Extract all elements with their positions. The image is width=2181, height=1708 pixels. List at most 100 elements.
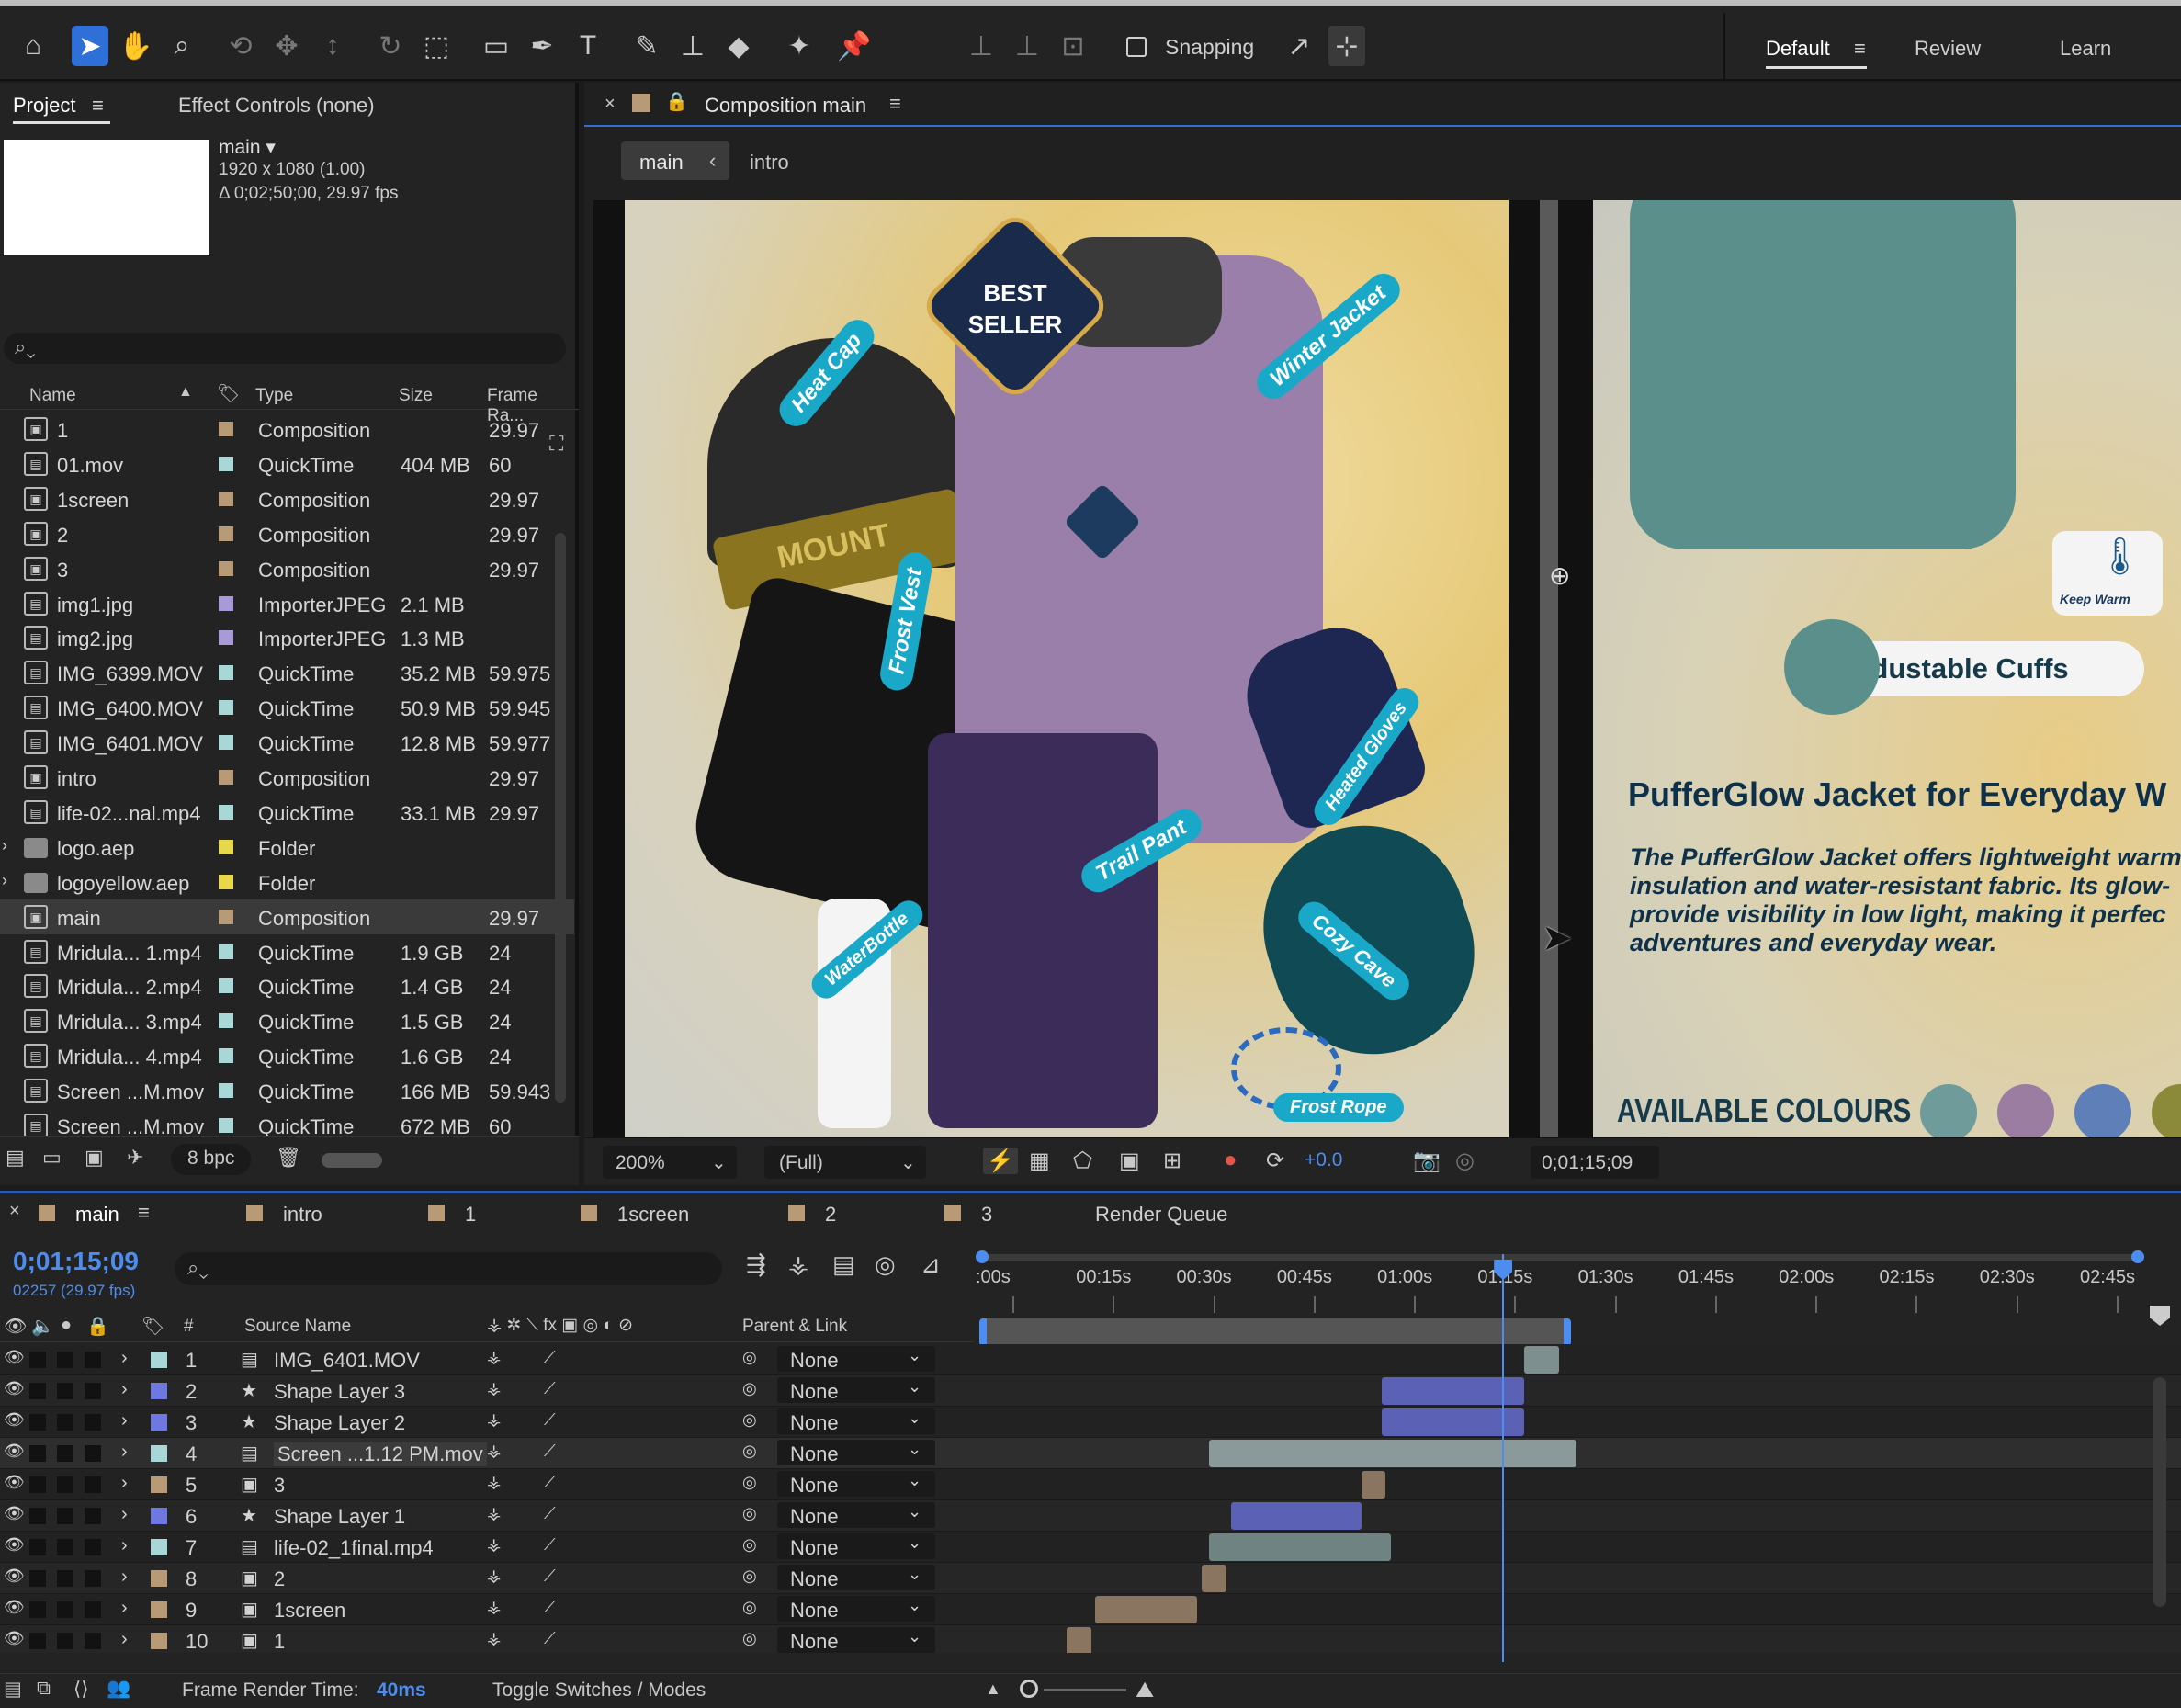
visibility-eye-icon[interactable]: 👁 xyxy=(4,1410,25,1430)
motion-blur-icon[interactable]: ◎ xyxy=(875,1250,896,1279)
project-item-row[interactable]: › logoyellow.aep Folder xyxy=(0,865,574,899)
shy-switch-icon[interactable]: ⚶ xyxy=(487,1504,501,1523)
timeline-layer-row[interactable]: 👁 › 5 ▣ 3 ⚶ ⟋ ◎ None ⌄ xyxy=(0,1469,2181,1500)
layer-label-swatch[interactable] xyxy=(151,1508,167,1524)
label-swatch[interactable] xyxy=(219,770,233,785)
label-swatch[interactable] xyxy=(219,978,233,994)
column-source-name[interactable]: Source Name xyxy=(244,1317,351,1337)
layer-duration-bar[interactable] xyxy=(1208,1533,1391,1561)
layer-duration-bar[interactable] xyxy=(1230,1502,1362,1530)
quality-switch-icon[interactable]: ⟋ xyxy=(544,1504,556,1523)
timeline-layer-row[interactable]: 👁 › 7 ▤ life-02_1final.mp4 ⚶ ⟋ ◎ None ⌄ xyxy=(0,1532,2181,1563)
transparency-grid-icon[interactable]: ▦ xyxy=(1029,1148,1050,1174)
roto-brush-icon[interactable]: ✦ xyxy=(781,26,818,66)
quality-switch-icon[interactable]: ⟋ xyxy=(544,1379,556,1398)
label-swatch[interactable] xyxy=(219,665,233,681)
snap-features-icon[interactable]: ⊹ xyxy=(1328,26,1365,66)
lock-toggle[interactable] xyxy=(85,1476,101,1493)
timeline-tab[interactable]: Render Queue xyxy=(1095,1203,1227,1227)
shy-switch-icon[interactable]: ⚶ xyxy=(487,1442,501,1461)
lock-toggle[interactable] xyxy=(85,1508,101,1524)
shy-switch-icon[interactable]: ⚶ xyxy=(487,1567,501,1586)
project-item-row[interactable]: ▣ intro Composition 29.97 xyxy=(0,760,574,795)
parent-pickwhip-icon[interactable]: ◎ xyxy=(742,1410,757,1430)
new-folder-icon[interactable]: ▭ xyxy=(42,1146,62,1170)
shy-switch-icon[interactable]: ⚶ xyxy=(487,1379,501,1398)
viewer-timecode[interactable]: 0;01;15;09 xyxy=(1531,1146,1659,1179)
view-axis-icon[interactable]: ⊡ xyxy=(1055,26,1091,66)
project-item-row[interactable]: ▣ 1screen Composition 29.97 xyxy=(0,481,574,516)
expand-arrow-icon[interactable]: › xyxy=(121,1629,128,1650)
layer-label-swatch[interactable] xyxy=(151,1383,167,1399)
snapshot-camera-icon[interactable]: 📷 xyxy=(1413,1148,1441,1174)
visibility-eye-icon[interactable]: 👁 xyxy=(4,1535,25,1555)
label-swatch[interactable] xyxy=(219,735,233,751)
snap-edges-icon[interactable]: ↗ xyxy=(1281,26,1317,66)
new-composition-icon[interactable]: ▣ xyxy=(85,1146,104,1170)
project-item-row[interactable]: ▤ IMG_6401.MOV QuickTime 12.8 MB 59.977 xyxy=(0,725,574,760)
shy-switch-icon[interactable]: ⚶ xyxy=(487,1348,501,1367)
project-search-input[interactable]: ⌕⌄ xyxy=(4,333,566,364)
bit-depth-button[interactable]: 8 bpc xyxy=(171,1144,252,1175)
zoom-tool-icon[interactable]: ⌕ xyxy=(164,26,200,66)
quality-switch-icon[interactable]: ⟋ xyxy=(544,1348,556,1367)
close-tab-icon[interactable]: × xyxy=(605,94,616,115)
solo-toggle[interactable] xyxy=(57,1633,73,1649)
project-item-row[interactable]: ▤ Mridula... 1.mp4 QuickTime 1.9 GB 24 xyxy=(0,934,574,969)
timeline-tab[interactable]: 3 xyxy=(981,1203,992,1227)
solo-toggle[interactable] xyxy=(57,1570,73,1587)
quality-switch-icon[interactable]: ⟋ xyxy=(544,1535,556,1555)
workspace-review[interactable]: Review xyxy=(1915,37,1981,61)
column-name[interactable]: Name xyxy=(29,386,76,406)
layer-source-name[interactable]: 1screen xyxy=(274,1599,345,1623)
shy-switch-icon[interactable]: ⚶ xyxy=(487,1535,501,1555)
column-size[interactable]: Size xyxy=(399,386,433,406)
fast-preview-icon[interactable]: ⚡ xyxy=(983,1148,1018,1174)
playhead-line[interactable] xyxy=(1502,1254,1505,1662)
timeline-tab[interactable]: 2 xyxy=(825,1203,836,1227)
visibility-eye-icon[interactable]: 👁 xyxy=(4,1473,25,1492)
project-item-row[interactable]: ▣ main Composition 29.97 xyxy=(0,899,574,934)
layer-source-name[interactable]: Shape Layer 1 xyxy=(274,1505,405,1529)
tab-project[interactable]: Project xyxy=(13,94,75,118)
visibility-eye-icon[interactable]: 👁 xyxy=(4,1379,25,1398)
label-swatch[interactable] xyxy=(219,944,233,959)
selected-item-name[interactable]: main ▾ xyxy=(219,136,276,159)
lock-toggle[interactable] xyxy=(85,1352,101,1368)
quality-switch-icon[interactable]: ⟋ xyxy=(544,1567,556,1586)
project-scrollbar[interactable] xyxy=(555,533,566,1103)
label-swatch[interactable] xyxy=(219,491,233,506)
visibility-eye-icon[interactable]: 👁 xyxy=(4,1629,25,1648)
layer-label-swatch[interactable] xyxy=(151,1601,167,1618)
channels-icon[interactable]: ● xyxy=(1224,1148,1237,1173)
project-item-row[interactable]: ▣ 2 Composition 29.97 xyxy=(0,516,574,551)
viewer-menu-icon[interactable]: ≡ xyxy=(889,92,901,116)
project-item-row[interactable]: ▤ img1.jpg ImporterJPEG 2.1 MB xyxy=(0,586,574,621)
time-ruler[interactable]: :00s00:15s00:30s00:45s01:00s01:15s01:30s… xyxy=(976,1245,2144,1352)
audio-toggle[interactable] xyxy=(29,1476,46,1493)
layer-label-swatch[interactable] xyxy=(151,1352,167,1368)
project-item-row[interactable]: ▣ 1 Composition 29.97 xyxy=(0,412,574,447)
label-column-icon[interactable]: 🏷 xyxy=(217,382,240,405)
workspace-default[interactable]: Default xyxy=(1766,37,1830,61)
lock-toggle[interactable] xyxy=(85,1633,101,1649)
hand-tool-icon[interactable]: ✋ xyxy=(118,26,154,66)
current-time[interactable]: 0;01;15;09 xyxy=(13,1247,139,1276)
comp-mini-flowchart-icon[interactable]: ⇶ xyxy=(746,1250,766,1279)
visibility-eye-icon[interactable]: 👁 xyxy=(4,1348,25,1367)
visibility-eye-icon[interactable]: 👁 xyxy=(4,1442,25,1461)
timeline-layer-row[interactable]: 👁 › 8 ▣ 2 ⚶ ⟋ ◎ None ⌄ xyxy=(0,1563,2181,1594)
snapping-checkbox[interactable] xyxy=(1126,37,1147,57)
resolution-dropdown[interactable]: (Full) ⌄ xyxy=(764,1146,926,1179)
transfer-controls-icon[interactable]: ⧉ xyxy=(37,1678,51,1700)
project-item-row[interactable]: ▤ IMG_6399.MOV QuickTime 35.2 MB 59.975 xyxy=(0,655,574,690)
timeline-tab[interactable]: 1 xyxy=(465,1203,476,1227)
timeline-layer-row[interactable]: 👁 › 3 ★ Shape Layer 2 ⚶ ⟋ ◎ None ⌄ xyxy=(0,1407,2181,1438)
composition-canvas[interactable]: MOUNT BEST SELLER Heat Cap Winter Jacket… xyxy=(593,200,2181,1137)
parent-pickwhip-icon[interactable]: ◎ xyxy=(742,1379,757,1398)
rectangle-tool-icon[interactable]: ▭ xyxy=(478,26,514,66)
timeline-layer-row[interactable]: 👁 › 10 ▣ 1 ⚶ ⟋ ◎ None ⌄ xyxy=(0,1625,2181,1653)
project-item-row[interactable]: ▤ IMG_6400.MOV QuickTime 50.9 MB 59.945 xyxy=(0,690,574,725)
timeline-menu-icon[interactable]: ≡ xyxy=(138,1201,150,1225)
project-item-row[interactable]: › logo.aep Folder xyxy=(0,830,574,865)
